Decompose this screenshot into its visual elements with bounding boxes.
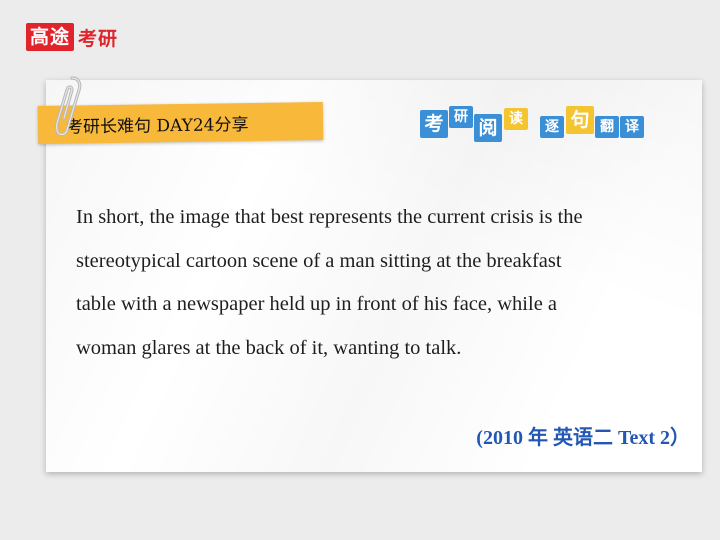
emblem-char: 研 [449, 106, 473, 128]
emblem-char: 考 [420, 110, 448, 138]
emblem-char: 句 [566, 106, 594, 134]
sentence-line: In short, the image that best represents… [76, 206, 583, 228]
sentence-line: stereotypical cartoon scene of a man sit… [76, 249, 562, 272]
sentence-line: woman glares at the back of it, wanting … [76, 336, 462, 359]
logo-badge: 高途 [26, 23, 75, 51]
emblem-char: 读 [504, 108, 528, 130]
emblem-char: 译 [620, 116, 644, 138]
emblem-char: 阅 [474, 114, 502, 142]
title-text: 考研长难句 DAY24分享 [65, 114, 249, 138]
sentence-paragraph: In short, the image that best represents… [76, 196, 686, 370]
reading-translation-emblem: 考 研 阅 读 逐 句 翻 译 [420, 104, 644, 148]
paperclip-icon [54, 76, 82, 137]
logo-text: 考研 [78, 27, 119, 50]
slide: 高途 考研 考研长难句 DAY24分享 考 研 阅 读 逐 句 翻 译 In s… [0, 0, 720, 540]
emblem-char: 逐 [540, 116, 564, 138]
brand-logo: 高途 考研 [26, 22, 118, 52]
source-citation: (2010 年 英语二 Text 2） [476, 427, 690, 449]
emblem-char: 翻 [595, 116, 619, 138]
sentence-line: table with a newspaper held up in front … [76, 293, 558, 315]
